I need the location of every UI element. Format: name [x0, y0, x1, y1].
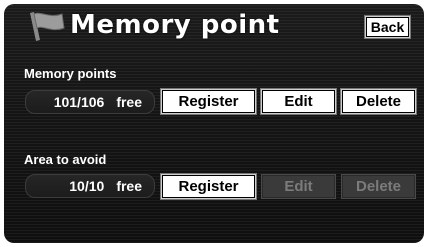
memory-points-label: Memory points — [24, 66, 117, 81]
area-to-avoid-count: 10/10 — [69, 178, 105, 194]
area-to-avoid-register-button[interactable]: Register — [161, 174, 256, 199]
area-to-avoid-free-count: 10/10 free — [25, 174, 155, 198]
area-to-avoid-free-label: free — [116, 178, 142, 194]
flag-icon — [30, 12, 65, 41]
memory-points-free-count: 101/106 free — [25, 90, 155, 114]
header: Memory point Back — [4, 4, 424, 48]
page-title: Memory point — [70, 10, 280, 40]
memory-points-edit-button[interactable]: Edit — [261, 89, 336, 114]
back-button[interactable]: Back — [365, 16, 410, 38]
memory-points-count: 101/106 — [53, 94, 105, 110]
memory-point-screen: Memory point Back Memory points 101/106 … — [4, 4, 424, 243]
memory-points-delete-button[interactable]: Delete — [341, 89, 416, 114]
memory-points-register-button[interactable]: Register — [161, 89, 256, 114]
area-to-avoid-edit-button[interactable]: Edit — [261, 174, 336, 199]
area-to-avoid-delete-button[interactable]: Delete — [341, 174, 416, 199]
area-to-avoid-label: Area to avoid — [24, 152, 107, 167]
memory-points-free-label: free — [116, 94, 142, 110]
